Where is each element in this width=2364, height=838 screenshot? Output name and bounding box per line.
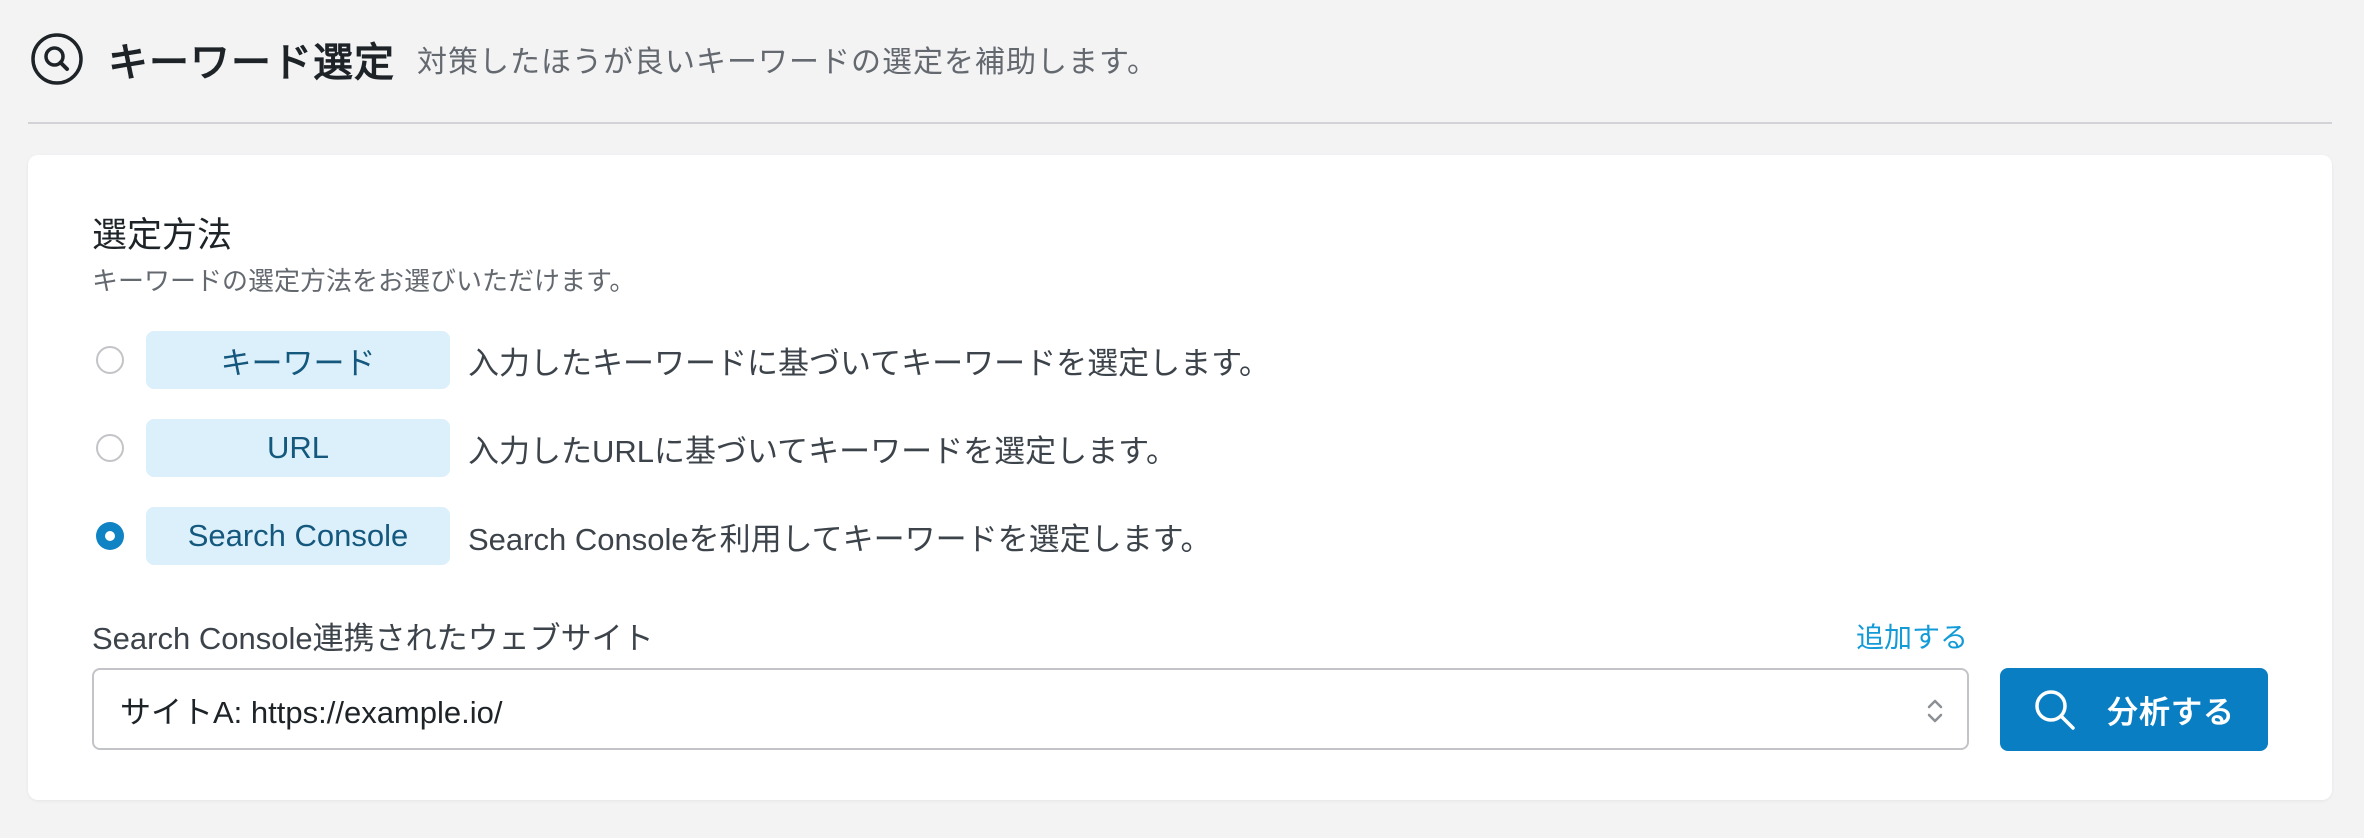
- radio-keyword[interactable]: [96, 346, 124, 374]
- option-description-search-console: Search Consoleを利用してキーワードを選定します。: [468, 521, 1212, 557]
- website-field-label: Search Console連携されたウェブサイト: [92, 621, 654, 656]
- page-title: キーワード選定: [108, 41, 395, 85]
- option-description-keyword: 入力したキーワードに基づいてキーワードを選定します。: [468, 345, 1270, 381]
- radio-url[interactable]: [96, 434, 124, 462]
- website-select[interactable]: サイトA: https://example.io/: [92, 668, 1969, 750]
- page-subtitle: 対策したほうが良いキーワードの選定を補助します。: [417, 46, 1158, 79]
- option-badge-keyword[interactable]: キーワード: [146, 331, 450, 389]
- keyword-selection-card: 選定方法 キーワードの選定方法をお選びいただけます。 キーワード 入力したキーワ…: [28, 155, 2332, 800]
- analyze-button-label: 分析する: [2107, 695, 2235, 730]
- section-description: キーワードの選定方法をお選びいただけます。: [92, 266, 636, 296]
- radio-search-console[interactable]: [96, 522, 124, 550]
- search-icon: [2033, 688, 2077, 732]
- chevron-up-down-icon: [1925, 696, 1945, 726]
- option-url[interactable]: URL 入力したURLに基づいてキーワードを選定します。: [92, 419, 1177, 477]
- page-header: キーワード選定 対策したほうが良いキーワードの選定を補助します。: [30, 28, 1158, 90]
- option-keyword[interactable]: キーワード 入力したキーワードに基づいてキーワードを選定します。: [92, 331, 1270, 389]
- option-search-console[interactable]: Search Console Search Consoleを利用してキーワードを…: [92, 507, 1212, 565]
- section-title: 選定方法: [92, 216, 233, 255]
- website-select-value: サイトA: https://example.io/: [120, 694, 503, 730]
- option-badge-url[interactable]: URL: [146, 419, 450, 477]
- header-divider: [28, 122, 2332, 124]
- analyze-button[interactable]: 分析する: [2000, 668, 2268, 751]
- option-badge-search-console[interactable]: Search Console: [146, 507, 450, 565]
- add-website-link[interactable]: 追加する: [1856, 616, 1968, 656]
- search-circle-icon: [30, 32, 84, 86]
- option-description-url: 入力したURLに基づいてキーワードを選定します。: [468, 433, 1177, 469]
